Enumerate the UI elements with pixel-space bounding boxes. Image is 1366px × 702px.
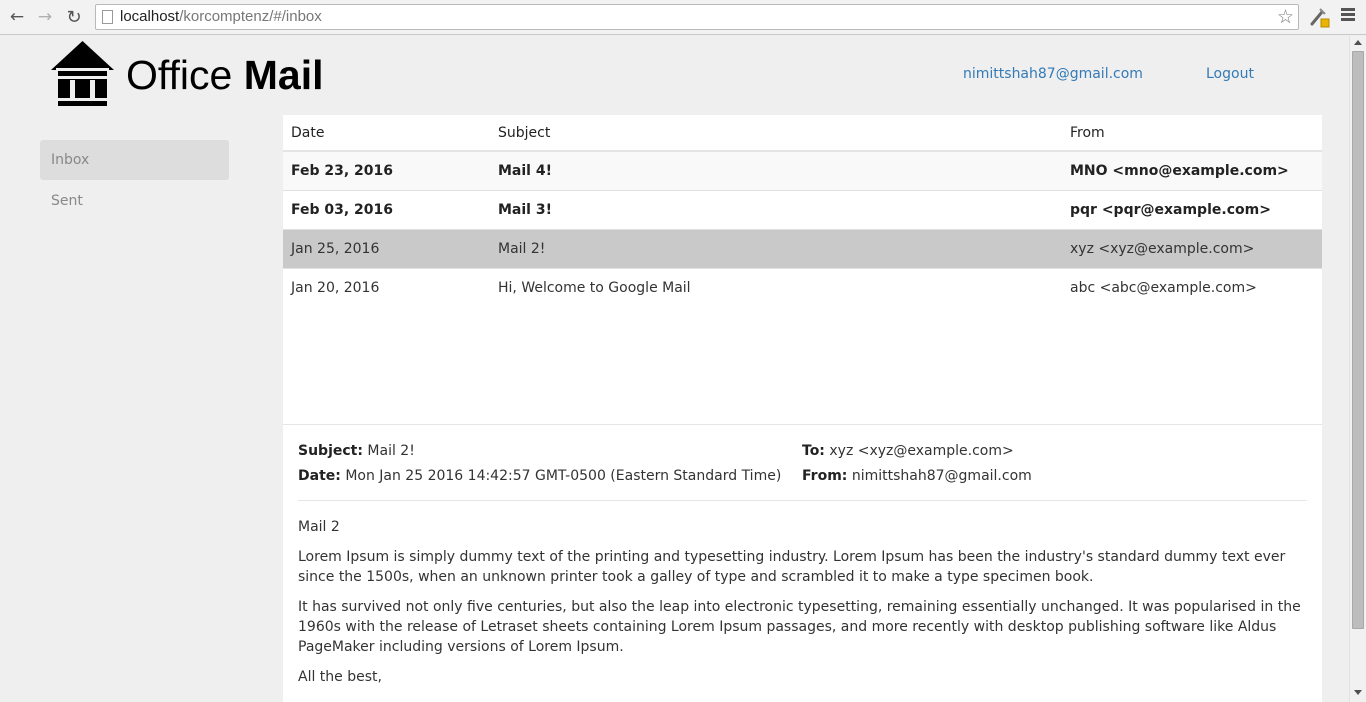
extension-icon[interactable] <box>1308 6 1330 28</box>
column-header-date: Date <box>283 115 490 152</box>
row-from: MNO <mno@example.com> <box>1062 150 1322 190</box>
message-meta: Subject: Mail 2! Date: Mon Jan 25 2016 1… <box>298 425 1307 501</box>
body-paragraph: Lorem Ipsum is simply dummy text of the … <box>298 549 1286 585</box>
table-row-selected[interactable]: Jan 25, 2016 Mail 2! xyz <xyz@example.co… <box>283 228 1322 268</box>
table-row[interactable]: Jan 20, 2016 Hi, Welcome to Google Mail … <box>283 267 1322 307</box>
body-paragraph: All the best, <box>298 669 382 685</box>
logout-link[interactable]: Logout <box>1206 66 1254 82</box>
to-value: xyz <xyz@example.com> <box>829 443 1014 459</box>
table-row[interactable]: Feb 23, 2016 Mail 4! MNO <mno@example.co… <box>283 150 1322 190</box>
message-body: Mail 2 Lorem Ipsum is simply dummy text … <box>298 501 1307 687</box>
row-from: xyz <xyz@example.com> <box>1062 228 1322 268</box>
bookmark-star-icon[interactable]: ☆ <box>1277 6 1294 28</box>
mail-panel: Date Subject From Feb 23, 2016 Mail 4! M… <box>283 115 1322 702</box>
row-date: Feb 03, 2016 <box>283 189 490 229</box>
row-subject: Mail 2! <box>490 228 1062 268</box>
from-label: From: <box>802 468 848 484</box>
brand-title: Office Mail <box>126 55 324 96</box>
row-date: Jan 25, 2016 <box>283 228 490 268</box>
subject-value: Mail 2! <box>367 443 415 459</box>
row-from: abc <abc@example.com> <box>1062 267 1322 307</box>
body-paragraph: It has survived not only five centuries,… <box>298 599 1301 655</box>
page-scrollbar[interactable] <box>1349 36 1366 702</box>
sidebar-item-sent[interactable]: Sent <box>40 181 229 221</box>
row-subject: Mail 3! <box>490 189 1062 229</box>
body-paragraph: Mail 2 <box>298 519 340 535</box>
row-subject: Hi, Welcome to Google Mail <box>490 267 1062 307</box>
back-arrow-icon[interactable]: ← <box>6 6 28 28</box>
user-email-link[interactable]: nimittshah87@gmail.com <box>963 66 1143 82</box>
address-bar[interactable]: localhost/korcomptenz/#/inbox ☆ <box>95 4 1299 30</box>
date-label: Date: <box>298 468 341 484</box>
table-header-row: Date Subject From <box>283 115 1322 152</box>
scroll-down-arrow-icon[interactable] <box>1354 690 1362 695</box>
date-value: Mon Jan 25 2016 14:42:57 GMT-0500 (Easte… <box>345 468 782 484</box>
sidebar-nav: Inbox Sent <box>40 140 229 222</box>
from-value: nimittshah87@gmail.com <box>851 468 1032 484</box>
url-host: localhost <box>120 8 180 25</box>
browser-menu-icon[interactable] <box>1341 8 1355 22</box>
table-row[interactable]: Feb 03, 2016 Mail 3! pqr <pqr@example.co… <box>283 189 1322 229</box>
url-text[interactable]: localhost/korcomptenz/#/inbox <box>120 8 322 25</box>
message-detail: Subject: Mail 2! Date: Mon Jan 25 2016 1… <box>283 424 1322 697</box>
url-path: /korcomptenz/#/inbox <box>179 8 322 25</box>
sidebar-item-inbox[interactable]: Inbox <box>40 140 229 180</box>
forward-arrow-icon[interactable]: → <box>34 6 56 28</box>
message-from: From: nimittshah87@gmail.com <box>802 468 1032 484</box>
brand-regular: Office <box>126 52 233 98</box>
mail-list-table: Date Subject From Feb 23, 2016 Mail 4! M… <box>283 115 1322 307</box>
row-subject: Mail 4! <box>490 150 1062 190</box>
message-date: Date: Mon Jan 25 2016 14:42:57 GMT-0500 … <box>298 468 781 484</box>
browser-toolbar: ← → ↻ localhost/korcomptenz/#/inbox ☆ <box>0 0 1366 35</box>
scroll-up-arrow-icon[interactable] <box>1354 40 1362 45</box>
brand-bold: Mail <box>243 52 324 98</box>
row-date: Jan 20, 2016 <box>283 267 490 307</box>
to-label: To: <box>802 443 825 459</box>
reload-icon[interactable]: ↻ <box>63 6 85 28</box>
row-date: Feb 23, 2016 <box>283 150 490 190</box>
column-header-from: From <box>1062 115 1322 152</box>
message-to: To: xyz <xyz@example.com> <box>802 443 1014 459</box>
page-icon <box>102 10 113 24</box>
scrollbar-thumb[interactable] <box>1352 51 1364 629</box>
home-logo-icon <box>51 41 114 106</box>
message-subject: Subject: Mail 2! <box>298 443 415 459</box>
row-from: pqr <pqr@example.com> <box>1062 189 1322 229</box>
subject-label: Subject: <box>298 443 363 459</box>
column-header-subject: Subject <box>490 115 1062 152</box>
